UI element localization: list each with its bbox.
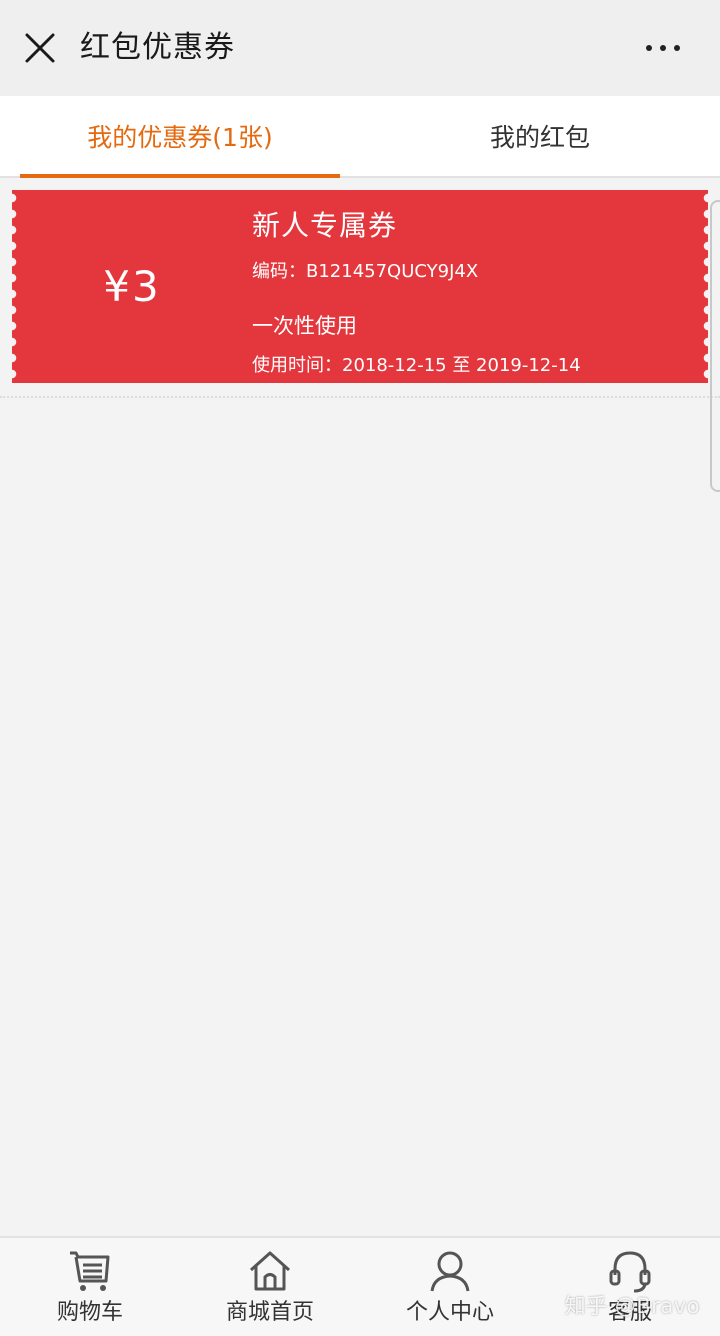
nav-label: 个人中心 [405, 1300, 494, 1325]
divider [0, 396, 720, 398]
page-title: 红包优惠券 [80, 30, 235, 65]
nav-item-profile[interactable]: 个人中心 [360, 1238, 540, 1336]
tab-label: 我的红包 [489, 123, 590, 152]
headset-icon [609, 1251, 651, 1293]
coupon-amount: ¥3 [103, 262, 161, 311]
nav-label: 商城首页 [225, 1300, 314, 1325]
tab-bar: 我的优惠券(1张) 我的红包 [0, 96, 720, 178]
tab-my-coupons[interactable]: 我的优惠券(1张) [0, 96, 360, 178]
more-icon [646, 45, 652, 51]
tab-my-red-packets[interactable]: 我的红包 [360, 96, 720, 176]
cart-icon [70, 1251, 110, 1291]
more-button[interactable] [636, 30, 690, 66]
coupon-card[interactable]: ¥3 新人专属券 编码：B121457QUCY9J4X 一次性使用 使用时间：2… [12, 190, 708, 383]
bottom-nav: 购物车 商城首页 个人中心 客服 [0, 1236, 720, 1336]
nav-item-cart[interactable]: 购物车 [0, 1238, 180, 1336]
close-button[interactable] [18, 26, 62, 70]
more-icon-dot [674, 45, 680, 51]
coupon-code: 编码：B121457QUCY9J4X [252, 261, 479, 282]
tab-active-underline [20, 174, 340, 178]
close-icon [25, 33, 55, 63]
home-icon [249, 1251, 291, 1291]
watermark: 知乎 @Bravo [564, 1294, 700, 1318]
top-bar: 红包优惠券 [0, 0, 720, 96]
coupon-title: 新人专属券 [252, 209, 398, 242]
user-icon [430, 1251, 470, 1292]
nav-item-support[interactable]: 客服 [540, 1238, 720, 1336]
more-icon-dot [660, 45, 666, 51]
tab-label: 我的优惠券(1张) [87, 123, 273, 152]
coupon-validity: 使用时间：2018-12-15 至 2019-12-14 [252, 355, 581, 376]
side-pull-handle[interactable] [710, 200, 720, 492]
nav-label: 购物车 [56, 1300, 123, 1325]
coupon-usage: 一次性使用 [252, 314, 357, 338]
nav-item-home[interactable]: 商城首页 [180, 1238, 360, 1336]
